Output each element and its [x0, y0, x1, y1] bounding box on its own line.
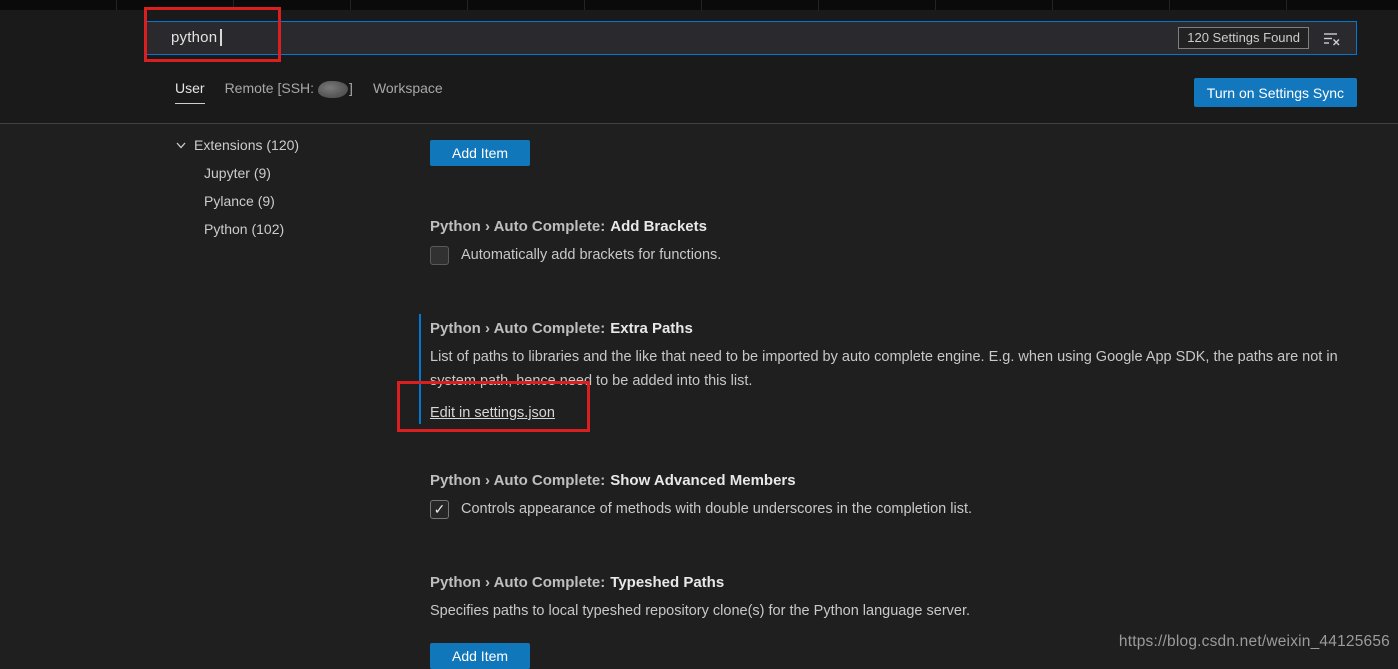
turn-on-settings-sync-button[interactable]: Turn on Settings Sync — [1194, 78, 1357, 107]
setting-name: Typeshed Paths — [610, 574, 724, 591]
setting-category: Python › Auto Complete: — [430, 218, 605, 235]
settings-scope-tabs: User Remote [SSH: ] Workspace — [175, 80, 443, 104]
setting-row-add-brackets: Python › Auto Complete: Add Brackets Auto… — [430, 218, 1338, 267]
setting-control: Automatically add brackets for functions… — [430, 243, 1338, 267]
tab-remote-suffix: ] — [349, 80, 353, 96]
tab-remote-ssh[interactable]: Remote [SSH: ] — [225, 80, 353, 103]
watermark-text: https://blog.csdn.net/weixin_44125656 — [1119, 633, 1390, 651]
toc-item-extensions[interactable]: Extensions (120) — [163, 131, 413, 159]
toc-item-label: Extensions — [194, 137, 262, 153]
text-cursor — [220, 29, 222, 46]
toc-item-pylance[interactable]: Pylance (9) — [163, 187, 413, 215]
clear-search-filters-button[interactable] — [1322, 30, 1342, 48]
settings-scope-tabs-row: User Remote [SSH: ] Workspace Turn on Se… — [0, 68, 1398, 114]
clear-filter-icon — [1323, 31, 1341, 47]
chevron-down-icon — [175, 139, 187, 151]
toc-item-count: (9) — [254, 165, 271, 181]
setting-category: Python › Auto Complete: — [430, 472, 605, 489]
toc-item-label: Python — [204, 221, 248, 237]
tab-remote-label: Remote [SSH: — [225, 80, 314, 96]
setting-description: Specifies paths to local typeshed reposi… — [430, 599, 1338, 623]
redacted-scribble — [318, 81, 348, 98]
setting-title: Python › Auto Complete: Show Advanced Mem… — [430, 472, 1338, 490]
checkbox-unchecked[interactable] — [430, 246, 449, 265]
settings-toc: Extensions (120) Jupyter (9) Pylance (9)… — [163, 131, 413, 243]
setting-title: Python › Auto Complete: Extra Paths — [430, 320, 1338, 338]
setting-name: Show Advanced Members — [610, 472, 795, 489]
setting-row-show-advanced-members: Python › Auto Complete: Show Advanced Mem… — [430, 472, 1338, 521]
setting-category: Python › Auto Complete: — [430, 320, 605, 337]
toc-item-count: (120) — [266, 137, 299, 153]
vscode-settings-window: python 120 Settings Found — [0, 0, 1398, 669]
add-item-button[interactable]: Add Item — [430, 643, 530, 669]
setting-category: Python › Auto Complete: — [430, 574, 605, 591]
edit-in-settings-json-link[interactable]: Edit in settings.json — [430, 405, 555, 421]
settings-search-input[interactable]: python 120 Settings Found — [146, 21, 1357, 55]
editor-tabs-strip — [0, 0, 1398, 10]
toc-item-count: (102) — [251, 221, 284, 237]
setting-name: Add Brackets — [610, 218, 707, 235]
setting-description: Controls appearance of methods with doub… — [461, 497, 972, 521]
search-value: python — [171, 29, 217, 46]
search-query-text: python — [171, 29, 222, 46]
setting-row-extra-paths: Python › Auto Complete: Extra Paths List … — [430, 320, 1338, 422]
checkbox-checked[interactable]: ✓ — [430, 500, 449, 519]
tab-user-label: User — [175, 80, 205, 96]
setting-title: Python › Auto Complete: Add Brackets — [430, 218, 1338, 236]
settings-header: python 120 Settings Found — [0, 10, 1398, 124]
setting-name: Extra Paths — [610, 320, 693, 337]
toc-item-label: Jupyter — [204, 165, 250, 181]
toc-item-count: (9) — [258, 193, 275, 209]
add-item-button[interactable]: Add Item — [430, 140, 530, 166]
toc-item-label: Pylance — [204, 193, 254, 209]
setting-row-typeshed-paths: Python › Auto Complete: Typeshed Paths Sp… — [430, 574, 1338, 669]
setting-control: ✓ Controls appearance of methods with do… — [430, 497, 1338, 521]
tab-user[interactable]: User — [175, 80, 205, 104]
setting-row-partial: Add Item — [430, 140, 1338, 166]
toc-item-python[interactable]: Python (102) — [163, 215, 413, 243]
setting-description: Automatically add brackets for functions… — [461, 243, 721, 267]
toc-item-jupyter[interactable]: Jupyter (9) — [163, 159, 413, 187]
setting-description: List of paths to libraries and the like … — [430, 345, 1338, 393]
settings-content: Add Item Python › Auto Complete: Add Brac… — [430, 140, 1338, 669]
tab-workspace-label: Workspace — [373, 80, 443, 96]
settings-count-badge: 120 Settings Found — [1178, 27, 1309, 49]
setting-title: Python › Auto Complete: Typeshed Paths — [430, 574, 1338, 592]
tab-workspace[interactable]: Workspace — [373, 80, 443, 103]
check-icon: ✓ — [434, 502, 446, 516]
